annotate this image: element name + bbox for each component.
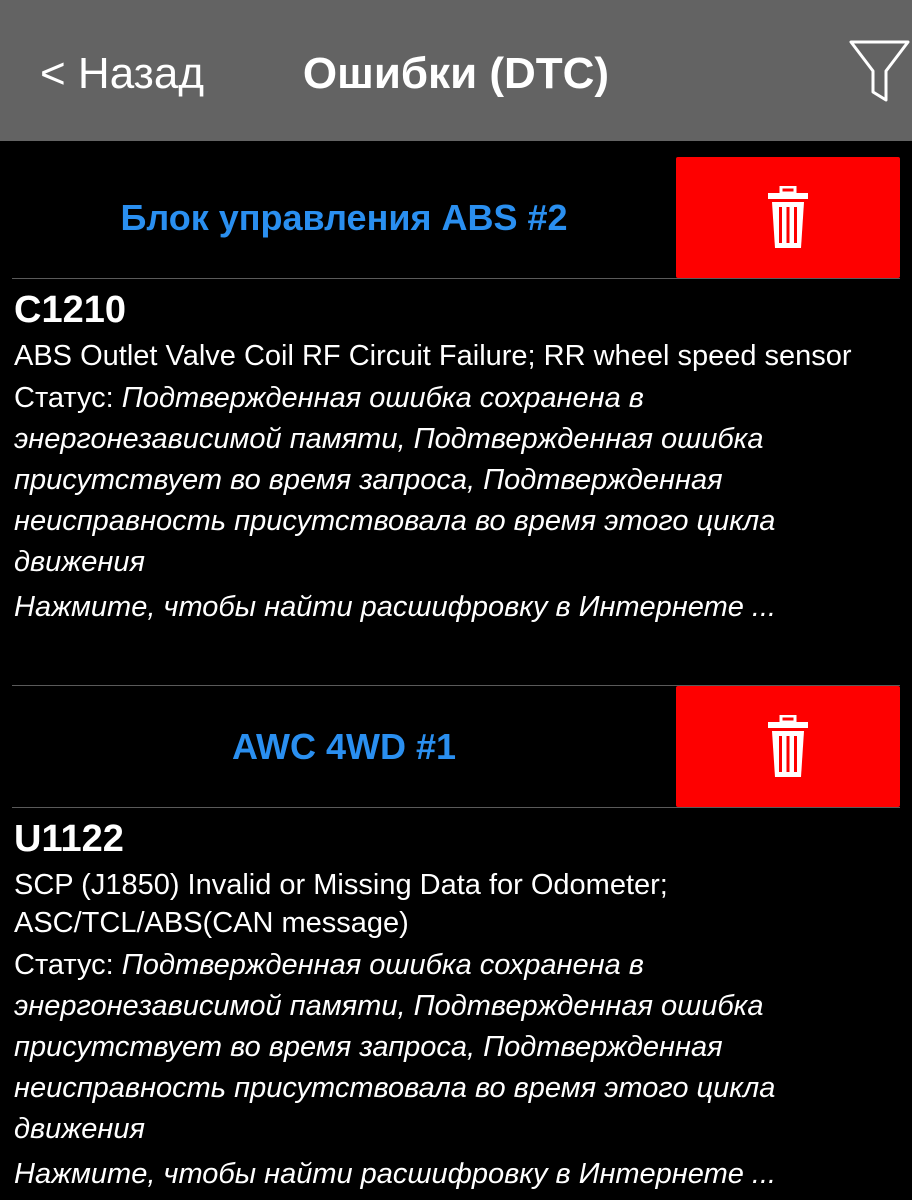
filter-button[interactable] bbox=[846, 38, 912, 104]
divider bbox=[12, 807, 900, 808]
trash-icon bbox=[768, 186, 808, 248]
dtc-code: U1122 bbox=[14, 818, 124, 860]
dtc-status: Статус: Подтвержденная ошибка сохранена … bbox=[14, 945, 898, 1150]
dtc-description: ABS Outlet Valve Coil RF Circuit Failure… bbox=[14, 340, 852, 372]
status-value: Подтвержденная ошибка сохранена в энерго… bbox=[14, 949, 776, 1145]
status-value: Подтвержденная ошибка сохранена в энерго… bbox=[14, 382, 776, 578]
delete-button[interactable] bbox=[676, 686, 900, 807]
search-online-link[interactable]: Нажмите, чтобы найти расшифровку в Интер… bbox=[14, 587, 898, 628]
module-header: AWC 4WD #1 bbox=[12, 686, 900, 808]
dtc-description: SCP (J1850) Invalid or Missing Data for … bbox=[14, 869, 668, 939]
module-name: AWC 4WD #1 bbox=[231, 726, 457, 767]
dtc-status: Статус: Подтвержденная ошибка сохранена … bbox=[14, 378, 898, 583]
divider bbox=[12, 278, 900, 279]
top-bar: < Назад Ошибки (DTC) bbox=[0, 0, 912, 141]
module-header: Блок управления ABS #2 bbox=[12, 157, 900, 279]
filter-icon bbox=[849, 40, 910, 102]
module-name: Блок управления ABS #2 bbox=[120, 197, 568, 238]
trash-icon bbox=[768, 715, 808, 777]
dtc-entry[interactable]: U1122 SCP (J1850) Invalid or Missing Dat… bbox=[14, 816, 898, 1195]
status-label: Статус: bbox=[14, 382, 122, 414]
page-title: Ошибки (DTC) bbox=[302, 49, 610, 98]
delete-button[interactable] bbox=[676, 157, 900, 278]
dtc-entry[interactable]: C1210 ABS Outlet Valve Coil RF Circuit F… bbox=[14, 287, 898, 628]
search-online-link[interactable]: Нажмите, чтобы найти расшифровку в Интер… bbox=[14, 1154, 898, 1195]
dtc-code: C1210 bbox=[14, 289, 126, 331]
status-label: Статус: bbox=[14, 949, 122, 981]
